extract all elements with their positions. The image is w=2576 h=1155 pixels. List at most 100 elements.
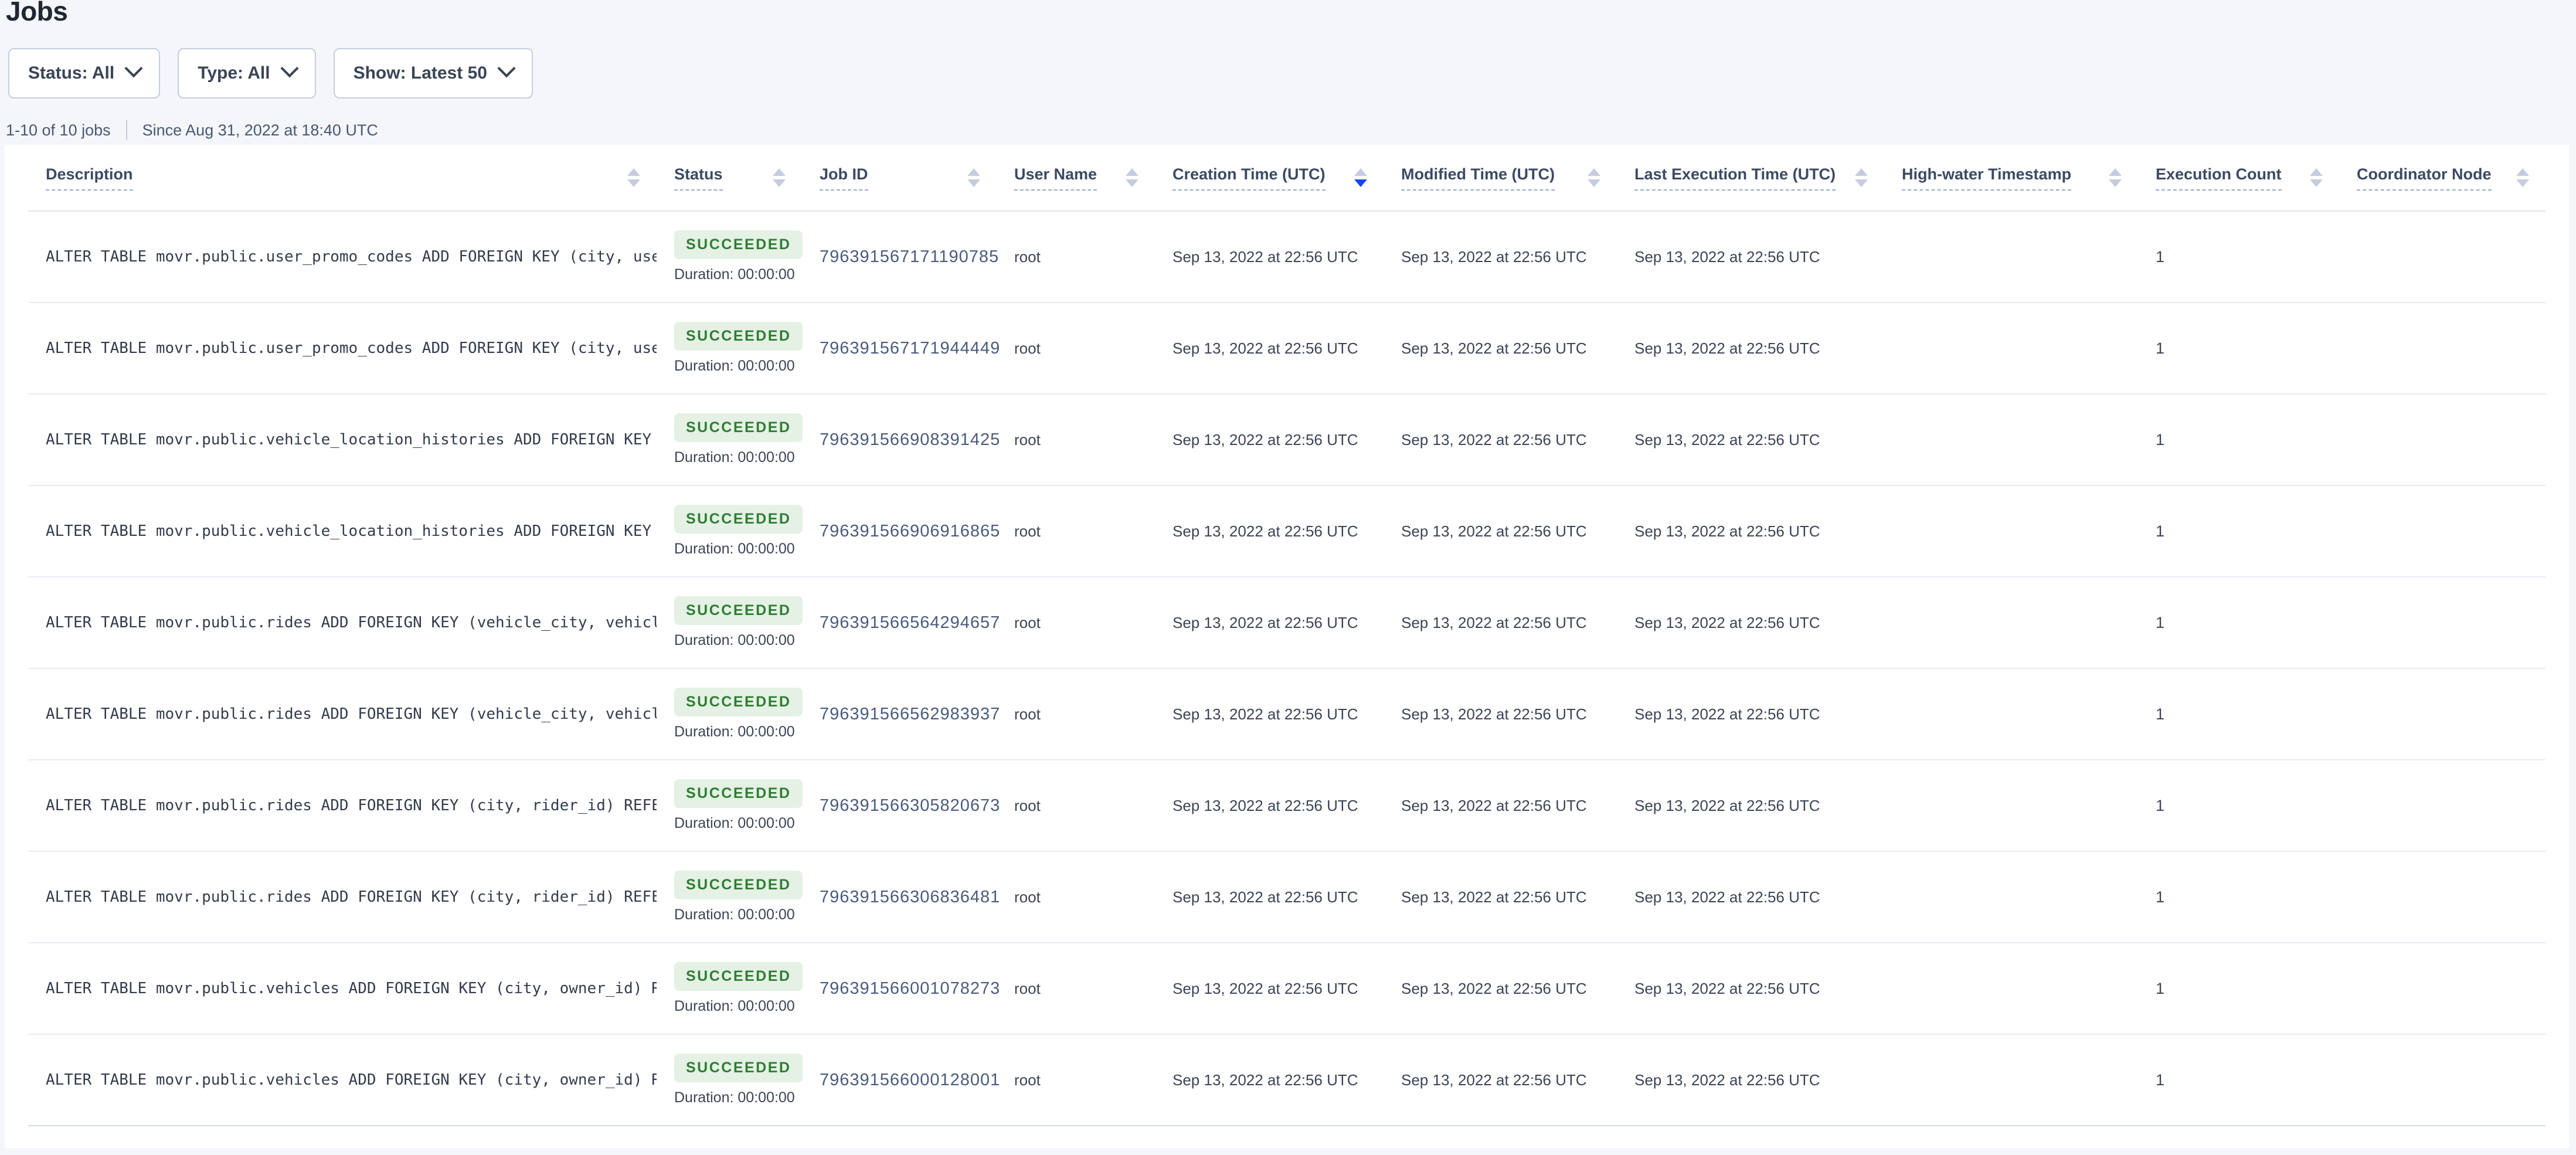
table-row: ALTER TABLE movr.public.user_promo_codes…	[28, 303, 2546, 395]
last-execution-time: Sep 13, 2022 at 22:56 UTC	[1617, 578, 1884, 668]
execution-count: 1	[2138, 943, 2339, 1034]
coordinator-node	[2339, 852, 2546, 942]
creation-time: Sep 13, 2022 at 22:56 UTC	[1155, 852, 1384, 942]
modified-time: Sep 13, 2022 at 22:56 UTC	[1384, 212, 1617, 302]
job-id: 796391566562983937	[802, 669, 997, 759]
coordinator-node	[2339, 760, 2546, 851]
sort-arrows-icon	[1126, 168, 1139, 187]
status-cell: SUCCEEDED Duration: 00:00:00	[657, 212, 802, 302]
column-header-job-id[interactable]: Job ID	[802, 145, 997, 210]
column-header-last-execution-time[interactable]: Last Execution Time (UTC)	[1617, 145, 1884, 210]
status-badge: SUCCEEDED	[674, 322, 803, 351]
page-title: Jobs	[6, 0, 67, 25]
last-execution-time: Sep 13, 2022 at 22:56 UTC	[1617, 1035, 1884, 1125]
show-filter-dropdown[interactable]: Show: Latest 50	[334, 48, 533, 98]
job-duration: Duration: 00:00:00	[674, 906, 795, 923]
table-row: ALTER TABLE movr.public.vehicle_location…	[28, 395, 2546, 486]
sort-arrows-icon	[2516, 168, 2529, 187]
last-execution-time: Sep 13, 2022 at 22:56 UTC	[1617, 395, 1884, 485]
status-badge: SUCCEEDED	[674, 688, 803, 716]
column-header-execution-count[interactable]: Execution Count	[2138, 145, 2339, 210]
column-header-creation-time[interactable]: Creation Time (UTC)	[1155, 145, 1384, 210]
coordinator-node	[2339, 578, 2546, 668]
modified-time: Sep 13, 2022 at 22:56 UTC	[1384, 486, 1617, 576]
job-duration: Duration: 00:00:00	[674, 266, 795, 283]
job-duration: Duration: 00:00:00	[674, 998, 795, 1015]
high-water-timestamp	[1884, 578, 2138, 668]
job-description: ALTER TABLE movr.public.user_promo_codes…	[28, 212, 657, 302]
column-header-user-name[interactable]: User Name	[997, 145, 1155, 210]
table-row: ALTER TABLE movr.public.vehicles ADD FOR…	[28, 943, 2546, 1035]
user-name: root	[997, 760, 1155, 851]
job-duration: Duration: 00:00:00	[674, 632, 795, 649]
creation-time: Sep 13, 2022 at 22:56 UTC	[1155, 212, 1384, 302]
job-id: 796391567171190785	[802, 212, 997, 302]
high-water-timestamp	[1884, 303, 2138, 393]
last-execution-time: Sep 13, 2022 at 22:56 UTC	[1617, 852, 1884, 942]
job-id: 796391566306836481	[802, 852, 997, 942]
column-header-modified-time[interactable]: Modified Time (UTC)	[1384, 145, 1617, 210]
sort-arrows-icon	[2310, 168, 2323, 187]
coordinator-node	[2339, 486, 2546, 576]
table-row: ALTER TABLE movr.public.vehicles ADD FOR…	[28, 1035, 2546, 1126]
user-name: root	[997, 852, 1155, 942]
status-badge: SUCCEEDED	[674, 596, 803, 625]
status-badge: SUCCEEDED	[674, 230, 803, 259]
modified-time: Sep 13, 2022 at 22:56 UTC	[1384, 669, 1617, 759]
table-row: ALTER TABLE movr.public.user_promo_codes…	[28, 212, 2546, 303]
user-name: root	[997, 212, 1155, 302]
last-execution-time: Sep 13, 2022 at 22:56 UTC	[1617, 669, 1884, 759]
status-cell: SUCCEEDED Duration: 00:00:00	[657, 395, 802, 485]
coordinator-node	[2339, 943, 2546, 1034]
column-header-coordinator-node[interactable]: Coordinator Node	[2339, 145, 2546, 210]
job-description: ALTER TABLE movr.public.vehicles ADD FOR…	[28, 1035, 657, 1125]
table-row: ALTER TABLE movr.public.rides ADD FOREIG…	[28, 578, 2546, 669]
user-name: root	[997, 486, 1155, 576]
jobs-table: Description Status Job ID User Name Crea…	[5, 145, 2569, 1148]
filter-bar: Status: All Type: All Show: Latest 50	[8, 48, 533, 98]
summary-divider	[126, 120, 127, 140]
job-id: 796391566000128001	[802, 1035, 997, 1125]
sort-arrows-icon	[773, 168, 786, 187]
type-filter-label: Type: All	[198, 63, 270, 83]
status-cell: SUCCEEDED Duration: 00:00:00	[657, 760, 802, 851]
execution-count: 1	[2138, 212, 2339, 302]
column-header-high-water-timestamp[interactable]: High-water Timestamp	[1884, 145, 2138, 210]
job-description: ALTER TABLE movr.public.vehicle_location…	[28, 395, 657, 485]
table-header-row: Description Status Job ID User Name Crea…	[28, 145, 2546, 212]
status-cell: SUCCEEDED Duration: 00:00:00	[657, 1035, 802, 1125]
column-header-description[interactable]: Description	[28, 145, 657, 210]
status-cell: SUCCEEDED Duration: 00:00:00	[657, 943, 802, 1034]
type-filter-dropdown[interactable]: Type: All	[178, 48, 315, 98]
high-water-timestamp	[1884, 943, 2138, 1034]
high-water-timestamp	[1884, 212, 2138, 302]
job-id: 796391566001078273	[802, 943, 997, 1034]
job-id: 796391566305820673	[802, 760, 997, 851]
high-water-timestamp	[1884, 760, 2138, 851]
modified-time: Sep 13, 2022 at 22:56 UTC	[1384, 1035, 1617, 1125]
status-badge: SUCCEEDED	[674, 1054, 803, 1082]
status-filter-dropdown[interactable]: Status: All	[8, 48, 160, 98]
job-duration: Duration: 00:00:00	[674, 723, 795, 740]
results-count: 1-10 of 10 jobs	[6, 121, 111, 140]
job-description: ALTER TABLE movr.public.rides ADD FOREIG…	[28, 760, 657, 851]
table-row: ALTER TABLE movr.public.rides ADD FOREIG…	[28, 852, 2546, 943]
job-description: ALTER TABLE movr.public.rides ADD FOREIG…	[28, 852, 657, 942]
column-header-status[interactable]: Status	[657, 145, 802, 210]
creation-time: Sep 13, 2022 at 22:56 UTC	[1155, 578, 1384, 668]
execution-count: 1	[2138, 395, 2339, 485]
user-name: root	[997, 578, 1155, 668]
job-id: 796391566908391425	[802, 395, 997, 485]
execution-count: 1	[2138, 303, 2339, 393]
job-id: 796391567171944449	[802, 303, 997, 393]
job-description: ALTER TABLE movr.public.vehicles ADD FOR…	[28, 943, 657, 1034]
job-duration: Duration: 00:00:00	[674, 1089, 795, 1106]
high-water-timestamp	[1884, 1035, 2138, 1125]
modified-time: Sep 13, 2022 at 22:56 UTC	[1384, 852, 1617, 942]
last-execution-time: Sep 13, 2022 at 22:56 UTC	[1617, 303, 1884, 393]
high-water-timestamp	[1884, 852, 2138, 942]
sort-arrows-icon	[1855, 168, 1868, 187]
job-description: ALTER TABLE movr.public.rides ADD FOREIG…	[28, 578, 657, 668]
status-cell: SUCCEEDED Duration: 00:00:00	[657, 578, 802, 668]
creation-time: Sep 13, 2022 at 22:56 UTC	[1155, 303, 1384, 393]
